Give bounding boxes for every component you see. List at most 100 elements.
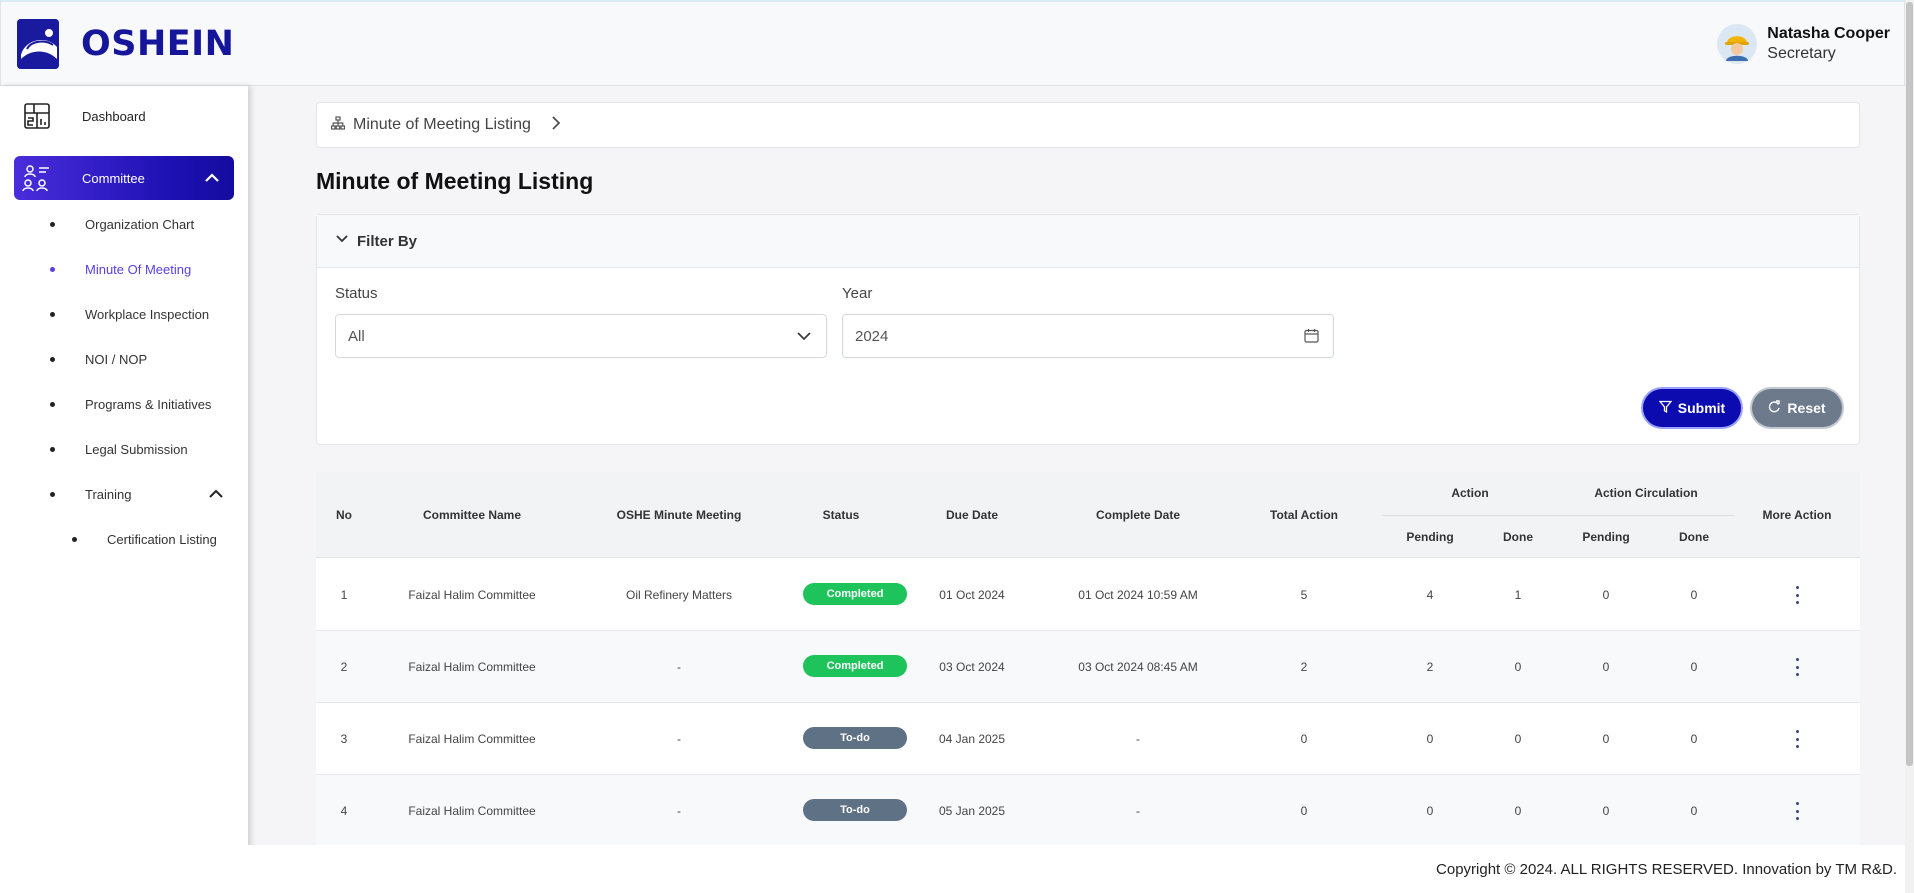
status-label: Status <box>335 285 378 302</box>
sidebar-subitem-label: Workplace Inspection <box>85 307 210 322</box>
cell-due-date: 04 Jan 2025 <box>938 732 1006 746</box>
cell-circulation-done: 0 <box>1690 660 1698 674</box>
cell-committee-name: Faizal Halim Committee <box>408 732 536 746</box>
refresh-icon <box>1768 400 1781 416</box>
cell-due-date: 03 Oct 2024 <box>939 660 1005 674</box>
calendar-icon[interactable] <box>1304 328 1319 347</box>
cell-circulation-done: 0 <box>1690 588 1698 602</box>
page-scrollbar[interactable] <box>1905 0 1914 893</box>
filter-panel: Filter By Status All Year 2024 Submit Re… <box>316 214 1860 445</box>
chevron-right-icon <box>551 115 561 135</box>
col-action-pending: Pending <box>1406 530 1454 544</box>
bullet-icon <box>50 222 55 227</box>
cell-circulation-pending: 0 <box>1602 588 1610 602</box>
cell-oshe-minute: - <box>677 660 681 674</box>
col-committee-name: Committee Name <box>422 508 522 522</box>
table-row[interactable]: 4 Faizal Halim Committee - To-do 05 Jan … <box>316 775 1860 845</box>
col-no: No <box>336 508 352 522</box>
col-complete-date: Complete Date <box>1095 508 1181 522</box>
sidebar-subitem-noi-nop[interactable]: NOI / NOP <box>50 352 147 367</box>
filter-icon <box>1658 400 1673 416</box>
minutes-table: No Committee Name OSHE Minute Meeting St… <box>316 472 1860 845</box>
more-vertical-icon[interactable] <box>1795 586 1799 604</box>
main-content: Minute of Meeting Listing Minute of Meet… <box>248 86 1905 845</box>
cell-oshe-minute: - <box>677 732 681 746</box>
bullet-icon <box>50 267 55 272</box>
footer: Copyright © 2024. ALL RIGHTS RESERVED. I… <box>248 845 1905 893</box>
sidebar-subitem-workplace-inspection[interactable]: Workplace Inspection <box>50 307 209 322</box>
year-picker[interactable]: 2024 <box>842 314 1334 358</box>
breadcrumb-item[interactable]: Minute of Meeting Listing <box>353 116 531 134</box>
cell-no: 3 <box>340 732 348 746</box>
year-picker-value: 2024 <box>855 327 889 345</box>
sidebar-subitem-organization-chart[interactable]: Organization Chart <box>50 217 194 232</box>
cell-action-done: 0 <box>1514 660 1522 674</box>
chevron-down-icon <box>335 232 349 250</box>
sidebar-subitem-certification-listing[interactable]: Certification Listing <box>72 532 217 547</box>
status-select[interactable]: All <box>335 314 827 358</box>
col-due-date: Due Date <box>945 508 998 522</box>
cell-oshe-minute: - <box>677 804 681 818</box>
filter-toggle[interactable]: Filter By <box>317 215 1859 268</box>
cell-committee-name: Faizal Halim Committee <box>408 804 536 818</box>
col-circulation-pending: Pending <box>1582 530 1630 544</box>
cell-due-date: 01 Oct 2024 <box>939 588 1005 602</box>
table-row[interactable]: 2 Faizal Halim Committee - Completed 03 … <box>316 631 1860 703</box>
cell-no: 4 <box>340 804 348 818</box>
col-group-action: Action <box>1451 486 1489 500</box>
sidebar-item-label: Committee <box>82 170 145 186</box>
cell-circulation-done: 0 <box>1690 732 1698 746</box>
submit-button[interactable]: Submit <box>1643 389 1741 427</box>
user-name: Natasha Cooper <box>1767 24 1890 42</box>
cell-no: 1 <box>340 588 348 602</box>
cell-circulation-pending: 0 <box>1602 732 1610 746</box>
sidebar-subitem-minute-of-meeting[interactable]: Minute Of Meeting <box>50 262 191 277</box>
status-badge: Completed <box>803 655 907 677</box>
bullet-icon <box>50 357 55 362</box>
cell-complete-date: - <box>1136 804 1140 818</box>
cell-action-pending: 0 <box>1426 732 1434 746</box>
sidebar: Dashboard Committee Organization Chart M… <box>0 86 248 893</box>
chevron-down-icon <box>796 328 812 348</box>
sidebar-subitem-training[interactable]: Training <box>50 487 226 502</box>
copyright-text: Copyright © 2024. ALL RIGHTS RESERVED. I… <box>1436 861 1897 878</box>
more-vertical-icon[interactable] <box>1795 802 1799 820</box>
filter-title: Filter By <box>357 232 418 250</box>
scrollbar-thumb[interactable] <box>1906 2 1913 766</box>
sidebar-item-committee[interactable]: Committee <box>14 156 234 200</box>
col-more-action: More Action <box>1762 508 1832 522</box>
cell-action-pending: 0 <box>1426 804 1434 818</box>
top-header: OSHEIN Natasha Cooper Secretary <box>0 0 1905 86</box>
cell-action-done: 0 <box>1514 732 1522 746</box>
cell-total-action: 5 <box>1300 588 1308 602</box>
sidebar-subitem-label: Training <box>85 487 132 502</box>
cell-committee-name: Faizal Halim Committee <box>408 588 536 602</box>
year-label: Year <box>842 285 873 302</box>
table-row[interactable]: 1 Faizal Halim Committee Oil Refinery Ma… <box>316 559 1860 631</box>
more-vertical-icon[interactable] <box>1795 730 1799 748</box>
table-row[interactable]: 3 Faizal Halim Committee - To-do 04 Jan … <box>316 703 1860 775</box>
bullet-icon <box>72 537 77 542</box>
bullet-icon <box>50 447 55 452</box>
user-menu[interactable]: Natasha Cooper Secretary <box>1717 23 1904 64</box>
cell-total-action: 2 <box>1300 660 1308 674</box>
sidebar-subitem-legal-submission[interactable]: Legal Submission <box>50 442 188 457</box>
cell-total-action: 0 <box>1300 732 1308 746</box>
cell-action-pending: 2 <box>1426 660 1434 674</box>
sidebar-subitem-label: Programs & Initiatives <box>85 397 212 412</box>
chevron-up-icon[interactable] <box>206 484 226 507</box>
cell-committee-name: Faizal Halim Committee <box>408 660 536 674</box>
sidebar-item-dashboard[interactable]: Dashboard <box>14 94 234 138</box>
reset-button[interactable]: Reset <box>1752 389 1842 427</box>
sidebar-subitem-programs-initiatives[interactable]: Programs & Initiatives <box>50 397 211 412</box>
reset-button-label: Reset <box>1787 400 1826 416</box>
chevron-up-icon[interactable] <box>202 168 222 193</box>
status-badge: To-do <box>803 727 907 749</box>
more-vertical-icon[interactable] <box>1795 658 1799 676</box>
dashboard-icon <box>22 101 52 131</box>
cell-circulation-done: 0 <box>1690 804 1698 818</box>
committee-icon <box>22 163 52 193</box>
col-group-action-circulation: Action Circulation <box>1594 486 1698 500</box>
cell-circulation-pending: 0 <box>1602 660 1610 674</box>
brand[interactable]: OSHEIN <box>1 18 234 69</box>
